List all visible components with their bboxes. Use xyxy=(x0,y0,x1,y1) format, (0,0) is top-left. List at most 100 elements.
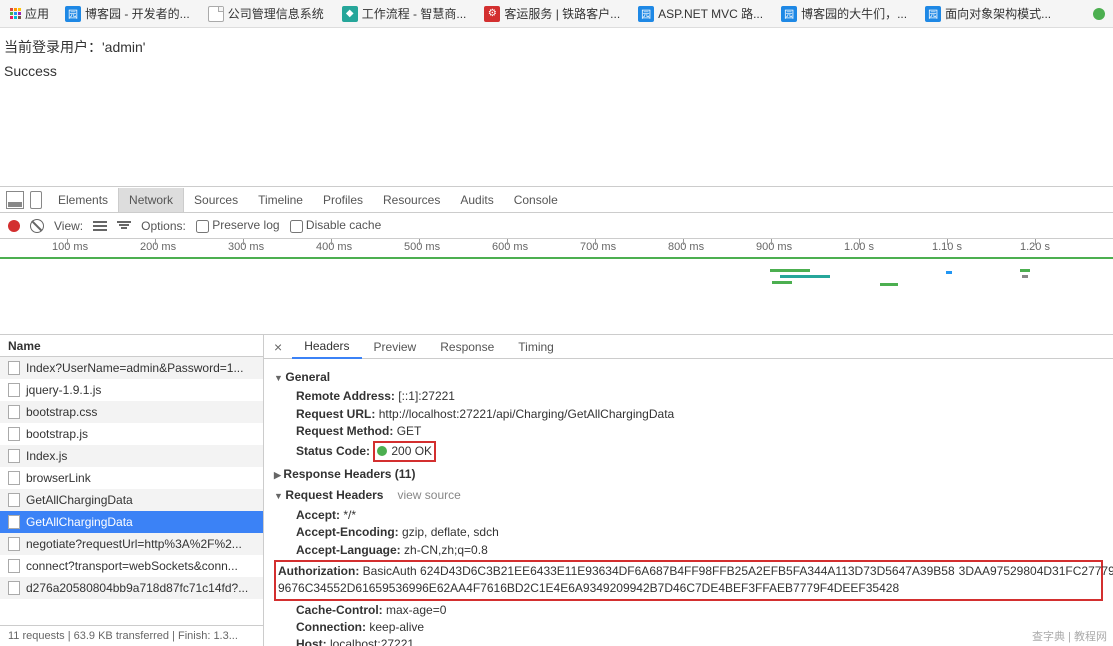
tab-timeline[interactable]: Timeline xyxy=(248,188,313,212)
timeline-tick-label: 900 ms xyxy=(756,241,792,253)
request-name: negotiate?requestUrl=http%3A%2F%2... xyxy=(26,537,242,551)
authorization-highlight: Authorization: BasicAuth 624D43D6C3B21EE… xyxy=(274,560,1103,601)
tab-elements[interactable]: Elements xyxy=(48,188,118,212)
request-name: GetAllChargingData xyxy=(26,515,133,529)
detail-tab-headers[interactable]: Headers xyxy=(292,335,361,359)
filter-icon[interactable] xyxy=(117,221,131,231)
detail-tabs: × Headers Preview Response Timing xyxy=(264,335,1113,359)
record-icon[interactable] xyxy=(8,220,20,232)
network-toolbar: View: Options: Preserve log Disable cach… xyxy=(0,213,1113,239)
success-text: Success xyxy=(4,60,1109,84)
bookmark-item[interactable]: 园面向对象架构模式... xyxy=(917,3,1059,24)
general-section[interactable]: General xyxy=(274,369,1103,386)
request-row[interactable]: Index.js xyxy=(0,445,263,467)
bookmark-item[interactable]: 园ASP.NET MVC 路... xyxy=(630,3,771,24)
request-row[interactable]: bootstrap.js xyxy=(0,423,263,445)
doc-icon xyxy=(8,537,20,551)
tab-audits[interactable]: Audits xyxy=(450,188,503,212)
bookmarks-bar: 应用 园博客园 - 开发者的... 公司管理信息系统 ◆工作流程 - 智慧商..… xyxy=(0,0,1113,28)
tab-network[interactable]: Network xyxy=(118,188,184,212)
tab-profiles[interactable]: Profiles xyxy=(313,188,373,212)
request-detail: × Headers Preview Response Timing Genera… xyxy=(264,335,1113,646)
request-name: jquery-1.9.1.js xyxy=(26,383,101,397)
request-name: Index?UserName=admin&Password=1... xyxy=(26,361,243,375)
apps-button[interactable]: 应用 xyxy=(4,3,55,24)
service-icon: ⚙ xyxy=(484,6,500,22)
device-icon[interactable] xyxy=(30,191,42,209)
bookmark-item[interactable]: 园博客园 - 开发者的... xyxy=(57,3,198,24)
request-row[interactable]: jquery-1.9.1.js xyxy=(0,379,263,401)
request-name: connect?transport=webSockets&conn... xyxy=(26,559,238,573)
devtools-panel: Elements Network Sources Timeline Profil… xyxy=(0,186,1113,646)
page-content: 当前登录用户：'admin' Success xyxy=(0,28,1113,92)
request-row[interactable]: Index?UserName=admin&Password=1... xyxy=(0,357,263,379)
doc-icon xyxy=(8,515,20,529)
request-name: bootstrap.css xyxy=(26,405,97,419)
timeline-tick-label: 600 ms xyxy=(492,241,528,253)
request-row[interactable]: browserLink xyxy=(0,467,263,489)
watermark-text: 查字典 | 教程网 xyxy=(1032,628,1107,644)
clear-icon[interactable] xyxy=(30,219,44,233)
detail-tab-timing[interactable]: Timing xyxy=(506,336,566,358)
tab-resources[interactable]: Resources xyxy=(373,188,450,212)
doc-icon xyxy=(8,405,20,419)
cnblogs-icon: 园 xyxy=(781,6,797,22)
preserve-log-checkbox[interactable]: Preserve log xyxy=(196,218,280,232)
status-code-highlight: 200 OK xyxy=(373,441,436,462)
bookmark-item[interactable]: 公司管理信息系统 xyxy=(200,3,332,24)
doc-icon xyxy=(8,361,20,375)
close-detail-icon[interactable]: × xyxy=(264,339,292,355)
doc-icon xyxy=(8,471,20,485)
view-source-link[interactable]: view source xyxy=(397,488,460,502)
request-row[interactable]: GetAllChargingData xyxy=(0,489,263,511)
doc-icon xyxy=(8,427,20,441)
dock-icon[interactable] xyxy=(6,191,24,209)
request-name: Index.js xyxy=(26,449,67,463)
doc-icon xyxy=(8,559,20,573)
disable-cache-checkbox[interactable]: Disable cache xyxy=(290,218,382,232)
timeline-tick-label: 200 ms xyxy=(140,241,176,253)
request-name: d276a20580804bb9a718d87fc71c14fd?... xyxy=(26,581,248,595)
network-timeline[interactable]: 100 ms200 ms300 ms400 ms500 ms600 ms700 … xyxy=(0,239,1113,335)
response-headers-section[interactable]: Response Headers (11) xyxy=(274,466,1103,483)
request-row[interactable]: bootstrap.css xyxy=(0,401,263,423)
apps-grid-icon xyxy=(10,8,21,19)
status-dot-icon xyxy=(1093,8,1105,20)
doc-icon xyxy=(8,383,20,397)
timeline-tick-label: 800 ms xyxy=(668,241,704,253)
detail-tab-response[interactable]: Response xyxy=(428,336,506,358)
name-column-header[interactable]: Name xyxy=(0,335,263,357)
doc-icon xyxy=(8,493,20,507)
doc-icon xyxy=(8,581,20,595)
request-row[interactable]: negotiate?requestUrl=http%3A%2F%2... xyxy=(0,533,263,555)
request-name: browserLink xyxy=(26,471,91,485)
tab-sources[interactable]: Sources xyxy=(184,188,248,212)
request-name: GetAllChargingData xyxy=(26,493,133,507)
cnblogs-icon: 园 xyxy=(638,6,654,22)
devtools-tabs: Elements Network Sources Timeline Profil… xyxy=(0,187,1113,213)
detail-tab-preview[interactable]: Preview xyxy=(362,336,429,358)
status-ok-dot-icon xyxy=(377,446,387,456)
login-user-text: 当前登录用户：'admin' xyxy=(4,36,1109,60)
teal-icon: ◆ xyxy=(342,6,358,22)
devtools-body: Name Index?UserName=admin&Password=1... j… xyxy=(0,335,1113,646)
apps-label: 应用 xyxy=(25,5,49,22)
timeline-tick-label: 700 ms xyxy=(580,241,616,253)
request-row[interactable]: d276a20580804bb9a718d87fc71c14fd?... xyxy=(0,577,263,599)
timeline-tick-label: 500 ms xyxy=(404,241,440,253)
tab-console[interactable]: Console xyxy=(504,188,568,212)
request-row[interactable]: GetAllChargingData xyxy=(0,511,263,533)
request-headers-section[interactable]: Request Headersview source xyxy=(274,487,1103,504)
bookmark-item[interactable]: 园博客园的大牛们，... xyxy=(773,3,915,24)
cnblogs-icon: 园 xyxy=(925,6,941,22)
list-view-icon[interactable] xyxy=(93,221,107,231)
network-status-bar: 11 requests | 63.9 KB transferred | Fini… xyxy=(0,625,263,646)
bookmark-item[interactable]: ⚙客运服务 | 铁路客户... xyxy=(476,3,628,24)
bookmark-item[interactable]: ◆工作流程 - 智慧商... xyxy=(334,3,475,24)
request-row[interactable]: connect?transport=webSockets&conn... xyxy=(0,555,263,577)
options-label: Options: xyxy=(141,219,186,233)
headers-body: General Remote Address: [::1]:27221 Requ… xyxy=(264,359,1113,646)
view-label: View: xyxy=(54,219,83,233)
doc-icon xyxy=(8,449,20,463)
file-icon xyxy=(208,6,224,22)
